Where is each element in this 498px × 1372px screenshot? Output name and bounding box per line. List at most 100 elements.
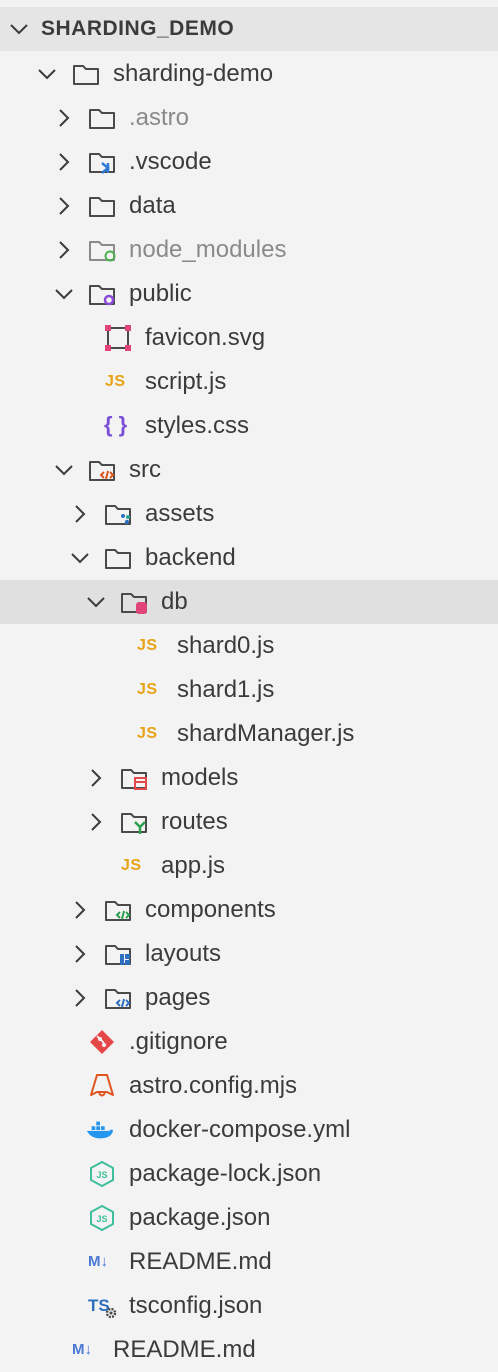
tree-folder-layouts[interactable]: layouts: [0, 932, 498, 976]
tree-item-label: sharding-demo: [113, 60, 274, 87]
tree-item-label: db: [161, 588, 188, 615]
chevron-right-icon[interactable]: [69, 899, 91, 921]
git-file-icon: [90, 1030, 114, 1054]
tree-folder-data[interactable]: data: [0, 184, 498, 228]
chevron-down-icon[interactable]: [8, 18, 30, 40]
tree-file-astro-config[interactable]: astro.config.mjs: [0, 1064, 498, 1108]
tree-item-label: shard0.js: [177, 632, 275, 659]
tree-file-readme-md-root[interactable]: M↓ README.md: [0, 1328, 498, 1372]
chevron-right-icon[interactable]: [69, 943, 91, 965]
tree-item-label: docker-compose.yml: [129, 1116, 351, 1143]
tree-folder-astro[interactable]: .astro: [0, 96, 498, 140]
tree-folder-node-modules[interactable]: node_modules: [0, 228, 498, 272]
tree-file-readme-md[interactable]: M↓ README.md: [0, 1240, 498, 1284]
css-file-icon: { }: [104, 412, 128, 437]
tree-file-styles-css[interactable]: { } styles.css: [0, 404, 498, 448]
tree-item-label: favicon.svg: [145, 324, 266, 351]
tree-folder-sharding-demo[interactable]: sharding-demo: [0, 52, 498, 96]
tree-item-label: pages: [145, 984, 211, 1011]
tree-folder-assets[interactable]: assets: [0, 492, 498, 536]
tree-file-app-js[interactable]: JS app.js: [0, 844, 498, 888]
chevron-down-icon[interactable]: [85, 591, 107, 613]
public-folder-icon: [89, 285, 115, 306]
javascript-file-icon: JS: [137, 637, 158, 654]
assets-folder-icon: [105, 505, 131, 525]
tree-item-label: README.md: [129, 1248, 272, 1275]
chevron-down-icon[interactable]: [69, 547, 91, 569]
markdown-file-icon: M↓: [88, 1253, 108, 1270]
tree-item-label: astro.config.mjs: [129, 1072, 298, 1099]
tree-folder-src[interactable]: src: [0, 448, 498, 492]
explorer-root-header[interactable]: SHARDING_DEMO: [0, 7, 498, 51]
tree-item-label: .astro: [129, 104, 190, 131]
vscode-folder-icon: [89, 153, 115, 174]
tree-folder-pages[interactable]: pages: [0, 976, 498, 1020]
file-explorer: SHARDING_DEMO sharding-demo .astro .vsco…: [0, 0, 498, 1364]
tree-folder-components[interactable]: components: [0, 888, 498, 932]
javascript-file-icon: JS: [105, 373, 126, 390]
tree-folder-routes[interactable]: routes: [0, 800, 498, 844]
tree-item-label: shard1.js: [177, 676, 275, 703]
tree-item-label: package-lock.json: [129, 1160, 322, 1187]
tree-item-label: styles.css: [145, 412, 250, 439]
tree-file-shardmanager-js[interactable]: JS shardManager.js: [0, 712, 498, 756]
gear-icon: [105, 1307, 117, 1319]
chevron-right-icon[interactable]: [53, 195, 75, 217]
tree-file-docker-compose[interactable]: docker-compose.yml: [0, 1108, 498, 1152]
tree-item-label: node_modules: [129, 236, 287, 263]
explorer-root-title: SHARDING_DEMO: [41, 17, 235, 40]
tree-folder-db[interactable]: db: [0, 580, 498, 624]
chevron-right-icon[interactable]: [69, 987, 91, 1009]
tree-file-shard1-js[interactable]: JS shard1.js: [0, 668, 498, 712]
chevron-right-icon[interactable]: [53, 239, 75, 261]
tree-item-label: layouts: [145, 940, 222, 967]
typescript-config-icon: TS: [88, 1296, 110, 1315]
chevron-down-icon[interactable]: [53, 283, 75, 305]
tree-file-package-json[interactable]: JS package.json: [0, 1196, 498, 1240]
tree-item-label: backend: [145, 544, 236, 571]
tree-item-label: tsconfig.json: [129, 1292, 263, 1319]
tree-item-label: routes: [161, 808, 228, 835]
folder-open-icon: [73, 65, 99, 85]
javascript-file-icon: JS: [137, 681, 158, 698]
tree-item-label: app.js: [161, 852, 226, 879]
folder-icon: [89, 109, 115, 129]
node-folder-icon: [89, 241, 116, 262]
svg-text:JS: JS: [96, 1170, 107, 1180]
tree-file-gitignore[interactable]: .gitignore: [0, 1020, 498, 1064]
folder-icon: [89, 197, 115, 217]
tree-item-label: README.md: [113, 1336, 256, 1363]
chevron-right-icon[interactable]: [53, 107, 75, 129]
tree-item-label: models: [161, 764, 239, 791]
tree-item-label: components: [145, 896, 276, 923]
tree-file-script-js[interactable]: JS script.js: [0, 360, 498, 404]
tree-item-label: package.json: [129, 1204, 271, 1231]
svg-file-icon: [105, 325, 131, 351]
folder-open-icon: [105, 549, 131, 569]
routes-folder-icon: [121, 813, 147, 834]
tree-folder-public[interactable]: public: [0, 272, 498, 316]
tree-item-label: .gitignore: [129, 1028, 228, 1055]
chevron-down-icon[interactable]: [36, 63, 58, 85]
chevron-right-icon[interactable]: [85, 767, 107, 789]
tree-folder-vscode[interactable]: .vscode: [0, 140, 498, 184]
tree-item-label: src: [129, 456, 161, 483]
src-folder-icon: [89, 461, 115, 481]
nodejs-file-icon: JS: [90, 1205, 114, 1231]
chevron-right-icon[interactable]: [53, 151, 75, 173]
tree-file-shard0-js[interactable]: JS shard0.js: [0, 624, 498, 668]
tree-file-tsconfig-json[interactable]: TS tsconfig.json: [0, 1284, 498, 1328]
docker-file-icon: [86, 1121, 114, 1139]
tree-item-label: script.js: [145, 368, 227, 395]
astro-file-icon: [90, 1074, 114, 1097]
tree-item-label: data: [129, 192, 176, 219]
tree-folder-models[interactable]: models: [0, 756, 498, 800]
chevron-right-icon[interactable]: [69, 503, 91, 525]
tree-folder-backend[interactable]: backend: [0, 536, 498, 580]
tree-file-favicon-svg[interactable]: favicon.svg: [0, 316, 498, 360]
tree-item-label: assets: [145, 500, 215, 527]
database-folder-icon: [121, 593, 147, 614]
tree-file-package-lock-json[interactable]: JS package-lock.json: [0, 1152, 498, 1196]
chevron-right-icon[interactable]: [85, 811, 107, 833]
chevron-down-icon[interactable]: [53, 459, 75, 481]
